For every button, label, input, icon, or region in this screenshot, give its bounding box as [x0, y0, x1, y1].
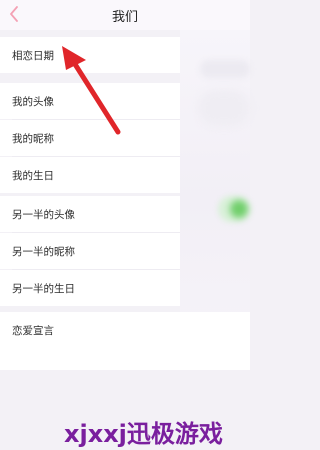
row-partner-birthday[interactable]: 另一半的生日 [0, 270, 180, 306]
row-label: 我的生日 [12, 169, 54, 182]
watermark-logo: xjxxj迅极游戏 [64, 420, 223, 448]
page-title: 我们 [111, 9, 138, 25]
row-my-birthday[interactable]: 我的生日 [0, 157, 180, 193]
row-label: 另一半的头像 [12, 208, 75, 221]
row-partner-nickname[interactable]: 另一半的昵称 [0, 233, 180, 269]
declaration-area [0, 348, 250, 370]
row-love-date[interactable]: 相恋日期 [0, 37, 180, 73]
row-partner-avatar[interactable]: 另一半的头像 [0, 196, 180, 232]
row-my-nickname[interactable]: 我的昵称 [0, 120, 180, 156]
back-button[interactable] [4, 2, 24, 26]
row-label: 我的昵称 [12, 132, 54, 145]
row-label: 另一半的生日 [12, 282, 75, 295]
app-screen: 我们 相恋日期 我的头像 我的昵称 我的生日 另一半的头像 另一半的昵称 另一半… [0, 0, 250, 450]
chevron-left-icon [10, 6, 18, 22]
toggle-switch[interactable] [218, 196, 250, 222]
navigation-bar: 我们 [0, 0, 250, 30]
row-label: 恋爱宣言 [12, 324, 54, 337]
blurred-value [200, 60, 250, 78]
row-label: 另一半的昵称 [12, 245, 75, 258]
row-my-avatar[interactable]: 我的头像 [0, 83, 180, 119]
row-label: 相恋日期 [12, 49, 54, 62]
row-love-declaration[interactable]: 恋爱宣言 [0, 312, 250, 348]
row-label: 我的头像 [12, 95, 54, 108]
blurred-avatar [198, 90, 250, 126]
